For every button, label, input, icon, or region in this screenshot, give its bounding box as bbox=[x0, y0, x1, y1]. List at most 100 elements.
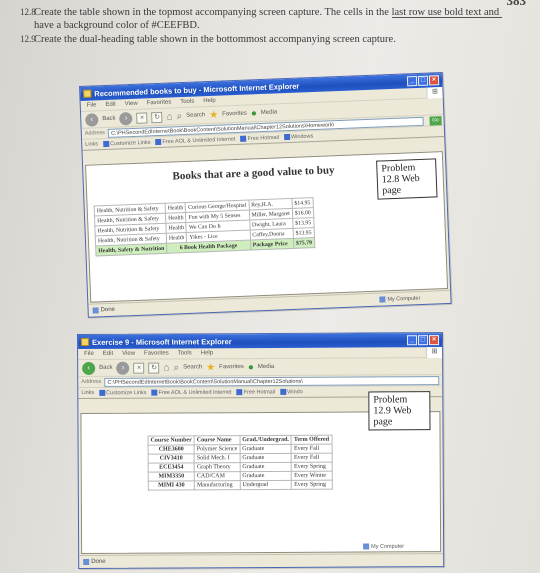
table-cell: Graduate bbox=[239, 453, 292, 463]
back-icon[interactable]: ‹ bbox=[82, 361, 96, 375]
table-cell: Health, Safety & Nutrition bbox=[95, 243, 168, 256]
window-title: Exercise 9 - Microsoft Internet Explorer bbox=[92, 336, 232, 347]
page-heading: Books that are a good value to buy bbox=[172, 164, 335, 183]
divider bbox=[392, 17, 502, 18]
refresh-icon[interactable]: ↻ bbox=[148, 362, 160, 374]
menu-help[interactable]: Help bbox=[201, 350, 213, 356]
menu-edit[interactable]: Edit bbox=[105, 102, 116, 108]
table-cell: Graduate bbox=[239, 471, 292, 481]
row-header: MIM3350 bbox=[148, 471, 195, 482]
link-aol[interactable]: Free AOL & Unlimited Internet bbox=[151, 389, 232, 396]
link-windows[interactable]: Windo bbox=[280, 388, 303, 396]
menu-view[interactable]: View bbox=[125, 101, 138, 107]
forward-icon[interactable]: › bbox=[116, 361, 130, 375]
computer-icon bbox=[363, 543, 370, 550]
toolbar: ‹ Back › × ↻ ⌂ ⌕ Search ★ Favorites ● Me… bbox=[78, 358, 443, 377]
media-label[interactable]: Media bbox=[261, 109, 278, 116]
exercise-item: 12.9 Create the dual-heading table shown… bbox=[20, 33, 520, 46]
row-header: ECE3454 bbox=[148, 462, 195, 473]
search-icon[interactable]: ⌕ bbox=[174, 362, 180, 373]
table-cell: Manufacturing bbox=[194, 480, 240, 490]
table-cell: Every Winter bbox=[291, 471, 332, 481]
menu-help[interactable]: Help bbox=[203, 98, 216, 104]
table-cell: Polymer Science bbox=[194, 444, 240, 454]
media-icon[interactable]: ● bbox=[248, 362, 254, 373]
link-aol[interactable]: Free AOL & Unlimited Internet bbox=[155, 136, 236, 146]
table-cell: Graph Theory bbox=[194, 462, 240, 472]
table-cell: Every Spring bbox=[291, 462, 332, 472]
close-button[interactable]: × bbox=[429, 335, 440, 346]
address-label: Address bbox=[81, 378, 102, 385]
problem-label: Problem 12.8 Web page bbox=[376, 158, 438, 200]
back-label[interactable]: Back bbox=[99, 365, 112, 371]
link-windows[interactable]: Windows bbox=[283, 133, 313, 141]
windows-flag-icon: ⊞ bbox=[426, 347, 443, 359]
menu-tools[interactable]: Tools bbox=[180, 99, 194, 106]
status-bar: Done bbox=[79, 553, 444, 568]
menu-file[interactable]: File bbox=[84, 351, 94, 357]
link-hotmail[interactable]: Free Hotmail bbox=[236, 388, 275, 396]
table-cell: $75.79 bbox=[293, 237, 315, 249]
back-label[interactable]: Back bbox=[102, 116, 116, 123]
ie-page-icon bbox=[280, 388, 287, 395]
stop-icon[interactable]: × bbox=[133, 362, 145, 374]
windows-flag-icon: ⊞ bbox=[426, 87, 443, 99]
menu-favorites[interactable]: Favorites bbox=[147, 99, 172, 106]
stop-icon[interactable]: × bbox=[136, 111, 148, 124]
courses-table: Course Number Course Name Grad./Undergra… bbox=[148, 435, 333, 491]
ie-page-icon bbox=[102, 140, 110, 147]
menu-file[interactable]: File bbox=[87, 102, 97, 108]
search-icon[interactable]: ⌕ bbox=[176, 111, 182, 122]
close-button[interactable]: × bbox=[428, 75, 440, 86]
ie-page-icon bbox=[99, 389, 106, 396]
maximize-button[interactable]: □ bbox=[417, 75, 429, 86]
favorites-icon[interactable]: ★ bbox=[209, 109, 218, 120]
favorites-label[interactable]: Favorites bbox=[219, 364, 244, 370]
menu-favorites[interactable]: Favorites bbox=[144, 351, 169, 357]
column-header: Course Name bbox=[194, 435, 240, 445]
browser-window-books: Recommended books to buy - Microsoft Int… bbox=[79, 72, 452, 318]
forward-icon[interactable]: › bbox=[119, 111, 133, 125]
media-label[interactable]: Media bbox=[258, 364, 274, 370]
minimize-button[interactable]: _ bbox=[406, 76, 418, 87]
table-cell: Every Fall bbox=[291, 453, 332, 463]
refresh-icon[interactable]: ↻ bbox=[151, 111, 163, 123]
ie-icon bbox=[81, 337, 90, 346]
link-customize[interactable]: Customize Links bbox=[102, 139, 151, 147]
search-label[interactable]: Search bbox=[186, 112, 205, 119]
favorites-label[interactable]: Favorites bbox=[222, 111, 247, 118]
exercise-text: Create the dual-heading table shown in t… bbox=[34, 34, 396, 45]
home-icon[interactable]: ⌂ bbox=[166, 111, 172, 122]
menu-view[interactable]: View bbox=[122, 351, 135, 357]
link-customize[interactable]: Customize Links bbox=[99, 389, 147, 396]
row-header: CIV3410 bbox=[148, 453, 195, 464]
computer-icon bbox=[379, 296, 386, 303]
table-cell: 6 Book Health Package bbox=[166, 240, 251, 254]
page-done-icon bbox=[83, 558, 90, 565]
menu-tools[interactable]: Tools bbox=[178, 350, 192, 356]
media-icon[interactable]: ● bbox=[251, 108, 257, 119]
maximize-button[interactable]: □ bbox=[418, 335, 429, 346]
exercise-number: 12.8 bbox=[20, 7, 36, 17]
status-text: Done bbox=[91, 558, 106, 565]
table-cell: Every Fall bbox=[291, 444, 332, 454]
exercise-number: 12.9 bbox=[20, 34, 36, 44]
go-button[interactable]: Go bbox=[429, 115, 442, 126]
search-label[interactable]: Search bbox=[183, 364, 202, 370]
column-header: Course Number bbox=[148, 435, 195, 446]
back-icon[interactable]: ‹ bbox=[85, 112, 99, 127]
address-label: Address bbox=[84, 130, 106, 137]
minimize-button[interactable]: _ bbox=[407, 335, 418, 346]
books-table: Health, Nutrition & Safety Health Curiou… bbox=[94, 197, 316, 256]
link-hotmail[interactable]: Free Hotmail bbox=[240, 134, 279, 142]
menu-edit[interactable]: Edit bbox=[103, 351, 113, 357]
column-header: Grad./Undergrad. bbox=[239, 435, 292, 445]
row-header: CHE3600 bbox=[148, 444, 195, 455]
favorites-icon[interactable]: ★ bbox=[206, 362, 215, 373]
ie-page-icon bbox=[236, 388, 243, 395]
address-input[interactable]: C:\PHSecondEdInternetBook\BookContent\So… bbox=[104, 375, 440, 387]
status-text: Done bbox=[100, 306, 116, 314]
links-label: Links bbox=[81, 389, 95, 396]
ie-icon bbox=[83, 89, 92, 98]
home-icon[interactable]: ⌂ bbox=[163, 362, 169, 373]
